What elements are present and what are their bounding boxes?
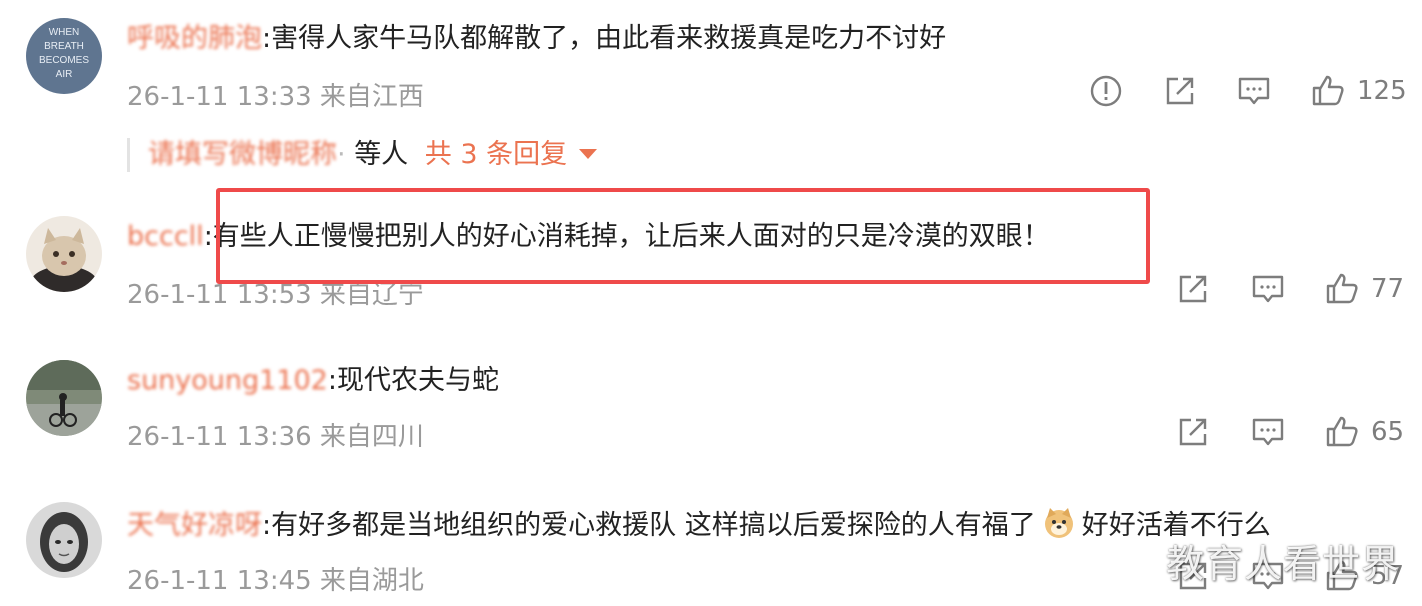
comment-icon — [1252, 275, 1284, 303]
avatar-portrait-sketch — [26, 502, 102, 578]
watermark: 教育人看世界 — [1165, 542, 1400, 586]
reply-etc-label: 等人 — [354, 139, 409, 170]
avatar-book-cover: WHEN BREATH BECOMES AIR — [26, 18, 102, 94]
reply-summary[interactable]: 请填写微博昵称· 等人 共 3 条回复 — [127, 138, 598, 172]
avatar[interactable] — [26, 216, 102, 292]
comment-text: 害得人家牛马队都解散了，由此看来救援真是吃力不讨好 — [271, 23, 947, 54]
comment-line: sunyoung1102:现代农夫与蛇 — [127, 364, 499, 398]
like-count: 125 — [1357, 76, 1407, 106]
comment-meta: 26-1-11 13:33 来自江西 — [127, 82, 424, 112]
svg-text:WHEN: WHEN — [49, 27, 80, 38]
comment-meta: 26-1-11 13:36 来自四川 — [127, 422, 424, 452]
avatar-cyclist-photo — [26, 360, 102, 436]
share-button[interactable] — [1176, 269, 1210, 309]
like-button[interactable]: 125 — [1311, 71, 1407, 111]
doge-emoji-icon — [1042, 506, 1076, 540]
comment-username[interactable]: 天气好凉呀 — [127, 510, 262, 541]
reply-dot: · — [337, 139, 346, 170]
comment-separator: : — [262, 510, 272, 541]
share-icon — [1166, 77, 1194, 105]
share-icon — [1179, 418, 1207, 446]
comment-icon — [1252, 418, 1284, 446]
comment-button[interactable] — [1237, 71, 1271, 111]
share-button[interactable] — [1176, 412, 1210, 452]
report-button[interactable] — [1089, 71, 1123, 111]
comment-button[interactable] — [1251, 412, 1285, 452]
like-icon — [1326, 416, 1358, 447]
comment-separator: : — [327, 365, 337, 396]
comment-line: 呼吸的肺泡:害得人家牛马队都解散了，由此看来救援真是吃力不讨好 — [127, 22, 946, 56]
svg-text:AIR: AIR — [56, 69, 73, 80]
comment-meta: 26-1-11 13:53 来自辽宁 — [127, 280, 424, 310]
reply-count-link[interactable]: 共 3 条回复 — [425, 139, 567, 170]
share-icon — [1179, 275, 1207, 303]
svg-text:BREATH: BREATH — [44, 41, 84, 52]
avatar-cat-photo — [26, 216, 102, 292]
comment-username[interactable]: sunyoung1102 — [127, 365, 328, 396]
like-icon — [1312, 75, 1344, 106]
like-button[interactable]: 77 — [1325, 269, 1404, 309]
comment-separator: : — [262, 23, 272, 54]
comment-text: 有些人正慢慢把别人的好心消耗掉，让后来人面对的只是冷漠的双眼！ — [212, 221, 1050, 252]
chevron-down-icon[interactable] — [579, 149, 598, 159]
like-count: 65 — [1371, 417, 1405, 447]
comment-separator: : — [203, 221, 213, 252]
svg-text:BECOMES: BECOMES — [39, 55, 89, 66]
avatar[interactable]: WHEN BREATH BECOMES AIR — [26, 18, 102, 94]
comment-meta: 26-1-11 13:45 来自湖北 — [127, 566, 424, 596]
share-button[interactable] — [1163, 71, 1197, 111]
comment-line: 天气好凉呀:有好多都是当地组织的爱心救援队 这样搞以后爱探险的人有福了 好好活着不… — [127, 506, 1271, 543]
avatar[interactable] — [26, 502, 102, 578]
comment-username[interactable]: bcccll — [127, 221, 204, 252]
comment-text: 现代农夫与蛇 — [336, 365, 499, 396]
comment-icon — [1238, 77, 1270, 105]
comment-button[interactable] — [1251, 269, 1285, 309]
report-icon — [1090, 75, 1122, 107]
like-icon — [1326, 273, 1358, 304]
comment-text: 有好多都是当地组织的爱心救援队 这样搞以后爱探险的人有福了 — [271, 510, 1036, 541]
comment-username[interactable]: 呼吸的肺泡 — [127, 23, 262, 54]
avatar[interactable] — [26, 360, 102, 436]
like-count: 77 — [1371, 274, 1405, 304]
comment-line: bcccll:有些人正慢慢把别人的好心消耗掉，让后来人面对的只是冷漠的双眼！ — [127, 220, 1050, 254]
reply-usernames[interactable]: 请填写微博昵称 — [148, 139, 337, 170]
like-button[interactable]: 65 — [1325, 412, 1404, 452]
